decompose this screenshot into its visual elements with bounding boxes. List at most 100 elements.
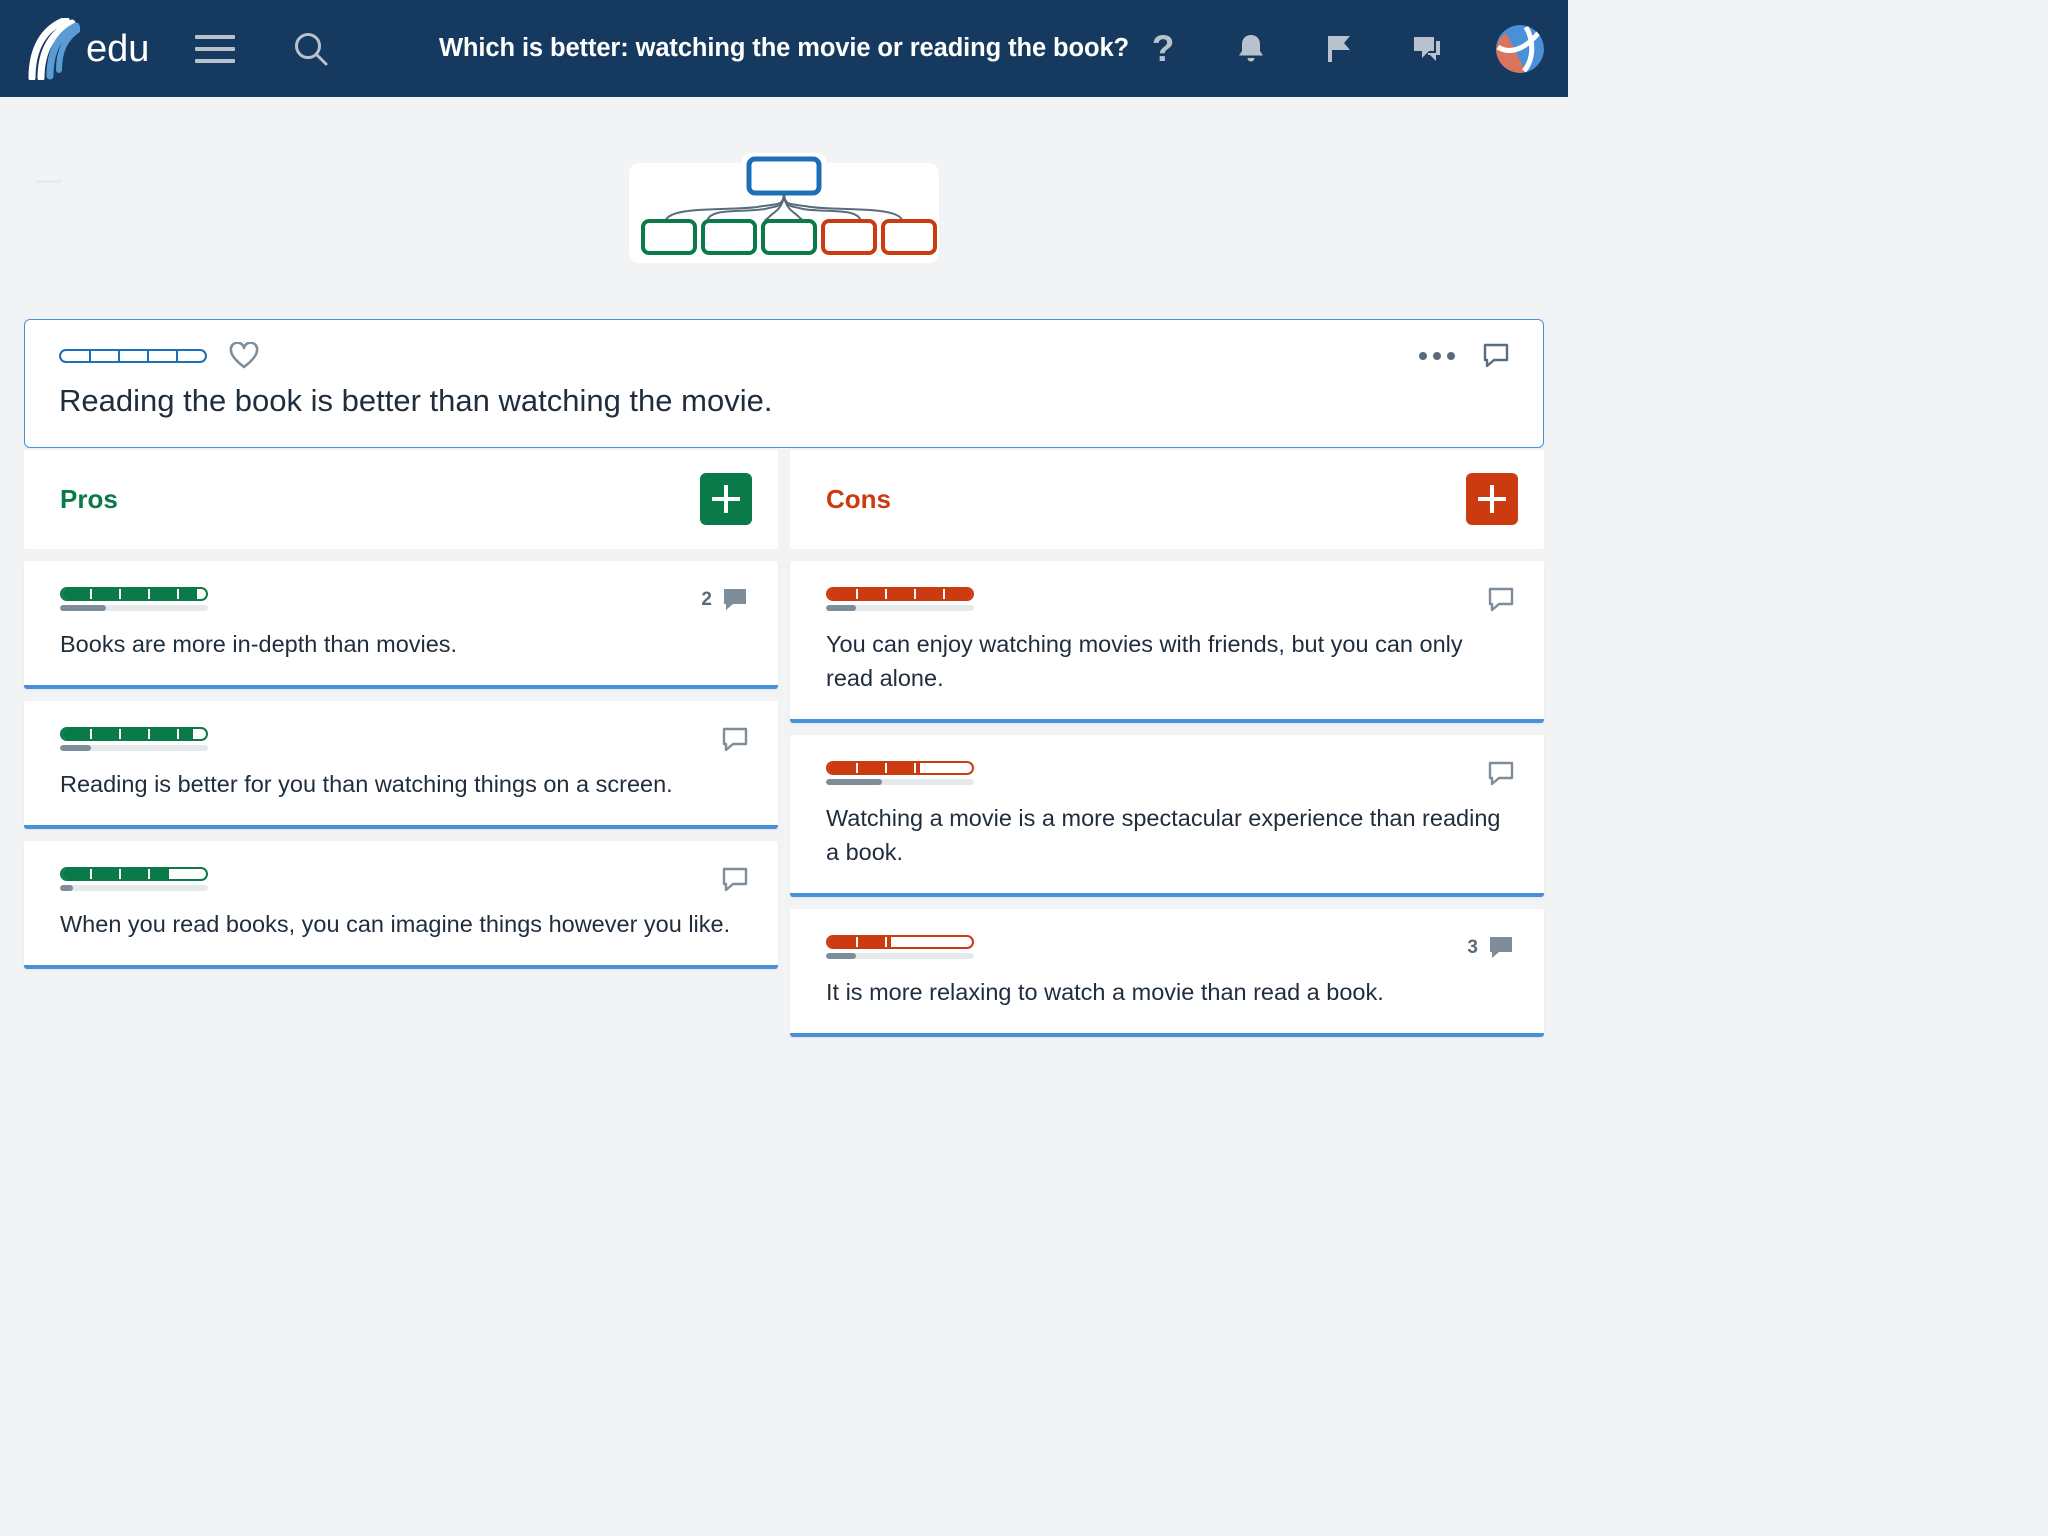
argument-rating[interactable] — [826, 760, 974, 785]
top-navigation-bar: edu Which is better: watching the movie … — [0, 0, 1568, 97]
cons-label: Cons — [826, 483, 891, 514]
argument-rating[interactable] — [826, 586, 974, 611]
pro-card-toolbar — [60, 726, 748, 753]
argument-tree-minimap[interactable] — [0, 97, 1568, 319]
support-bar-fill — [826, 604, 856, 611]
question-mark-icon[interactable]: ? — [1144, 29, 1182, 69]
argument-text: You can enjoy watching movies with frien… — [826, 630, 1463, 691]
cons-column: Cons You can enjoy watching movies with … — [790, 449, 1544, 1037]
support-bar-track — [60, 884, 208, 891]
comment-outline-icon[interactable] — [722, 867, 748, 893]
main-content: Reading the book is better than watching… — [0, 319, 1568, 1037]
con-card-toolbar: 3 — [826, 934, 1514, 961]
user-avatar[interactable] — [1496, 24, 1544, 73]
pro-card-toolbar — [60, 866, 748, 893]
rating-bar-track — [60, 726, 208, 741]
support-bar-track — [60, 744, 208, 751]
pro-argument-card[interactable]: Reading is better for you than watching … — [24, 700, 778, 829]
pros-column: Pros 2 Books are more in-depth than movi… — [24, 449, 778, 1037]
hamburger-menu-icon[interactable] — [195, 28, 237, 70]
argument-text: Books are more in-depth than movies. — [60, 630, 458, 657]
con-card-toolbar — [826, 586, 1514, 613]
pro-card-toolbar: 2 — [60, 586, 748, 613]
ellipsis-icon[interactable] — [1419, 351, 1455, 360]
plus-icon — [1478, 485, 1506, 514]
tree-node-pro — [761, 219, 817, 255]
comment-outline-icon[interactable] — [1483, 343, 1509, 369]
support-bar-fill — [826, 952, 856, 959]
claim-rating-bar[interactable] — [59, 348, 207, 363]
scroll-artifact — [36, 180, 62, 183]
argument-rating[interactable] — [60, 866, 208, 891]
comment-filled-icon[interactable] — [1488, 935, 1514, 961]
rating-bar-track — [60, 586, 208, 601]
argument-text: It is more relaxing to watch a movie tha… — [826, 978, 1384, 1005]
pros-label: Pros — [60, 483, 118, 514]
rating-bar-track — [826, 760, 974, 775]
rating-bar-ticks — [61, 350, 205, 361]
search-icon[interactable] — [289, 27, 333, 71]
rating-bar-track — [826, 934, 974, 949]
comment-meta[interactable] — [1478, 587, 1514, 613]
comment-meta[interactable] — [712, 867, 748, 893]
comment-outline-icon[interactable] — [1488, 587, 1514, 613]
con-argument-card[interactable]: 3 It is more relaxing to watch a movie t… — [790, 908, 1544, 1037]
argument-rating[interactable] — [826, 934, 974, 959]
tree-node-pro — [701, 219, 757, 255]
argument-text: Reading is better for you than watching … — [60, 770, 673, 797]
rating-bar-ticks — [828, 588, 972, 599]
comment-count: 3 — [1467, 936, 1478, 958]
support-bar-fill — [60, 884, 74, 891]
comment-outline-icon[interactable] — [722, 727, 748, 753]
plus-icon — [712, 485, 740, 514]
main-claim-card[interactable]: Reading the book is better than watching… — [24, 319, 1544, 448]
add-con-button[interactable] — [1466, 473, 1518, 526]
con-argument-card[interactable]: You can enjoy watching movies with frien… — [790, 560, 1544, 723]
con-argument-card[interactable]: Watching a movie is a more spectacular e… — [790, 734, 1544, 897]
pro-argument-card[interactable]: 2 Books are more in-depth than movies. — [24, 560, 778, 689]
support-bar-fill — [60, 604, 106, 611]
rating-bar-track — [60, 866, 208, 881]
con-card-toolbar — [826, 760, 1514, 787]
pros-cons-columns: Pros 2 Books are more in-depth than movi… — [24, 449, 1544, 1037]
support-bar-fill — [60, 744, 92, 751]
tree-node-pro — [641, 219, 697, 255]
flag-icon[interactable] — [1320, 29, 1358, 69]
bell-icon[interactable] — [1232, 29, 1270, 69]
cons-column-header: Cons — [790, 449, 1544, 549]
brand-text: edu — [86, 27, 150, 70]
support-bar-fill — [826, 778, 883, 785]
argument-rating[interactable] — [60, 726, 208, 751]
rating-bar-ticks — [828, 936, 972, 947]
help-glyph: ? — [1151, 28, 1175, 69]
rating-bar-ticks — [62, 728, 206, 739]
kialo-waves-logo-icon — [22, 17, 80, 80]
tree-node-con — [821, 219, 877, 255]
support-bar-track — [826, 604, 974, 611]
support-bar-track — [60, 604, 208, 611]
support-bar-track — [826, 952, 974, 959]
rating-bar-ticks — [62, 868, 206, 879]
argument-text: Watching a movie is a more spectacular e… — [826, 804, 1501, 865]
argument-rating[interactable] — [60, 586, 208, 611]
claim-actions — [1419, 343, 1509, 369]
rating-bar-ticks — [828, 762, 972, 773]
tree-node-root — [746, 156, 822, 196]
rating-bar-ticks — [62, 588, 206, 599]
brand-home-link[interactable]: edu — [22, 17, 150, 80]
comment-meta[interactable] — [1478, 761, 1514, 787]
comment-meta[interactable]: 2 — [701, 587, 748, 613]
comment-filled-icon[interactable] — [722, 587, 748, 613]
heart-icon[interactable] — [229, 342, 259, 369]
comment-meta[interactable]: 3 — [1467, 935, 1514, 961]
argument-text: When you read books, you can imagine thi… — [60, 910, 731, 937]
add-pro-button[interactable] — [700, 473, 752, 526]
rating-bar-track — [826, 586, 974, 601]
pro-argument-card[interactable]: When you read books, you can imagine thi… — [24, 840, 778, 969]
comment-outline-icon[interactable] — [1488, 761, 1514, 787]
chat-bubble-icon[interactable] — [1408, 29, 1446, 69]
claim-text: Reading the book is better than watching… — [59, 383, 773, 418]
rating-bar-track — [59, 348, 207, 363]
comment-meta[interactable] — [712, 727, 748, 753]
support-bar-track — [826, 778, 974, 785]
